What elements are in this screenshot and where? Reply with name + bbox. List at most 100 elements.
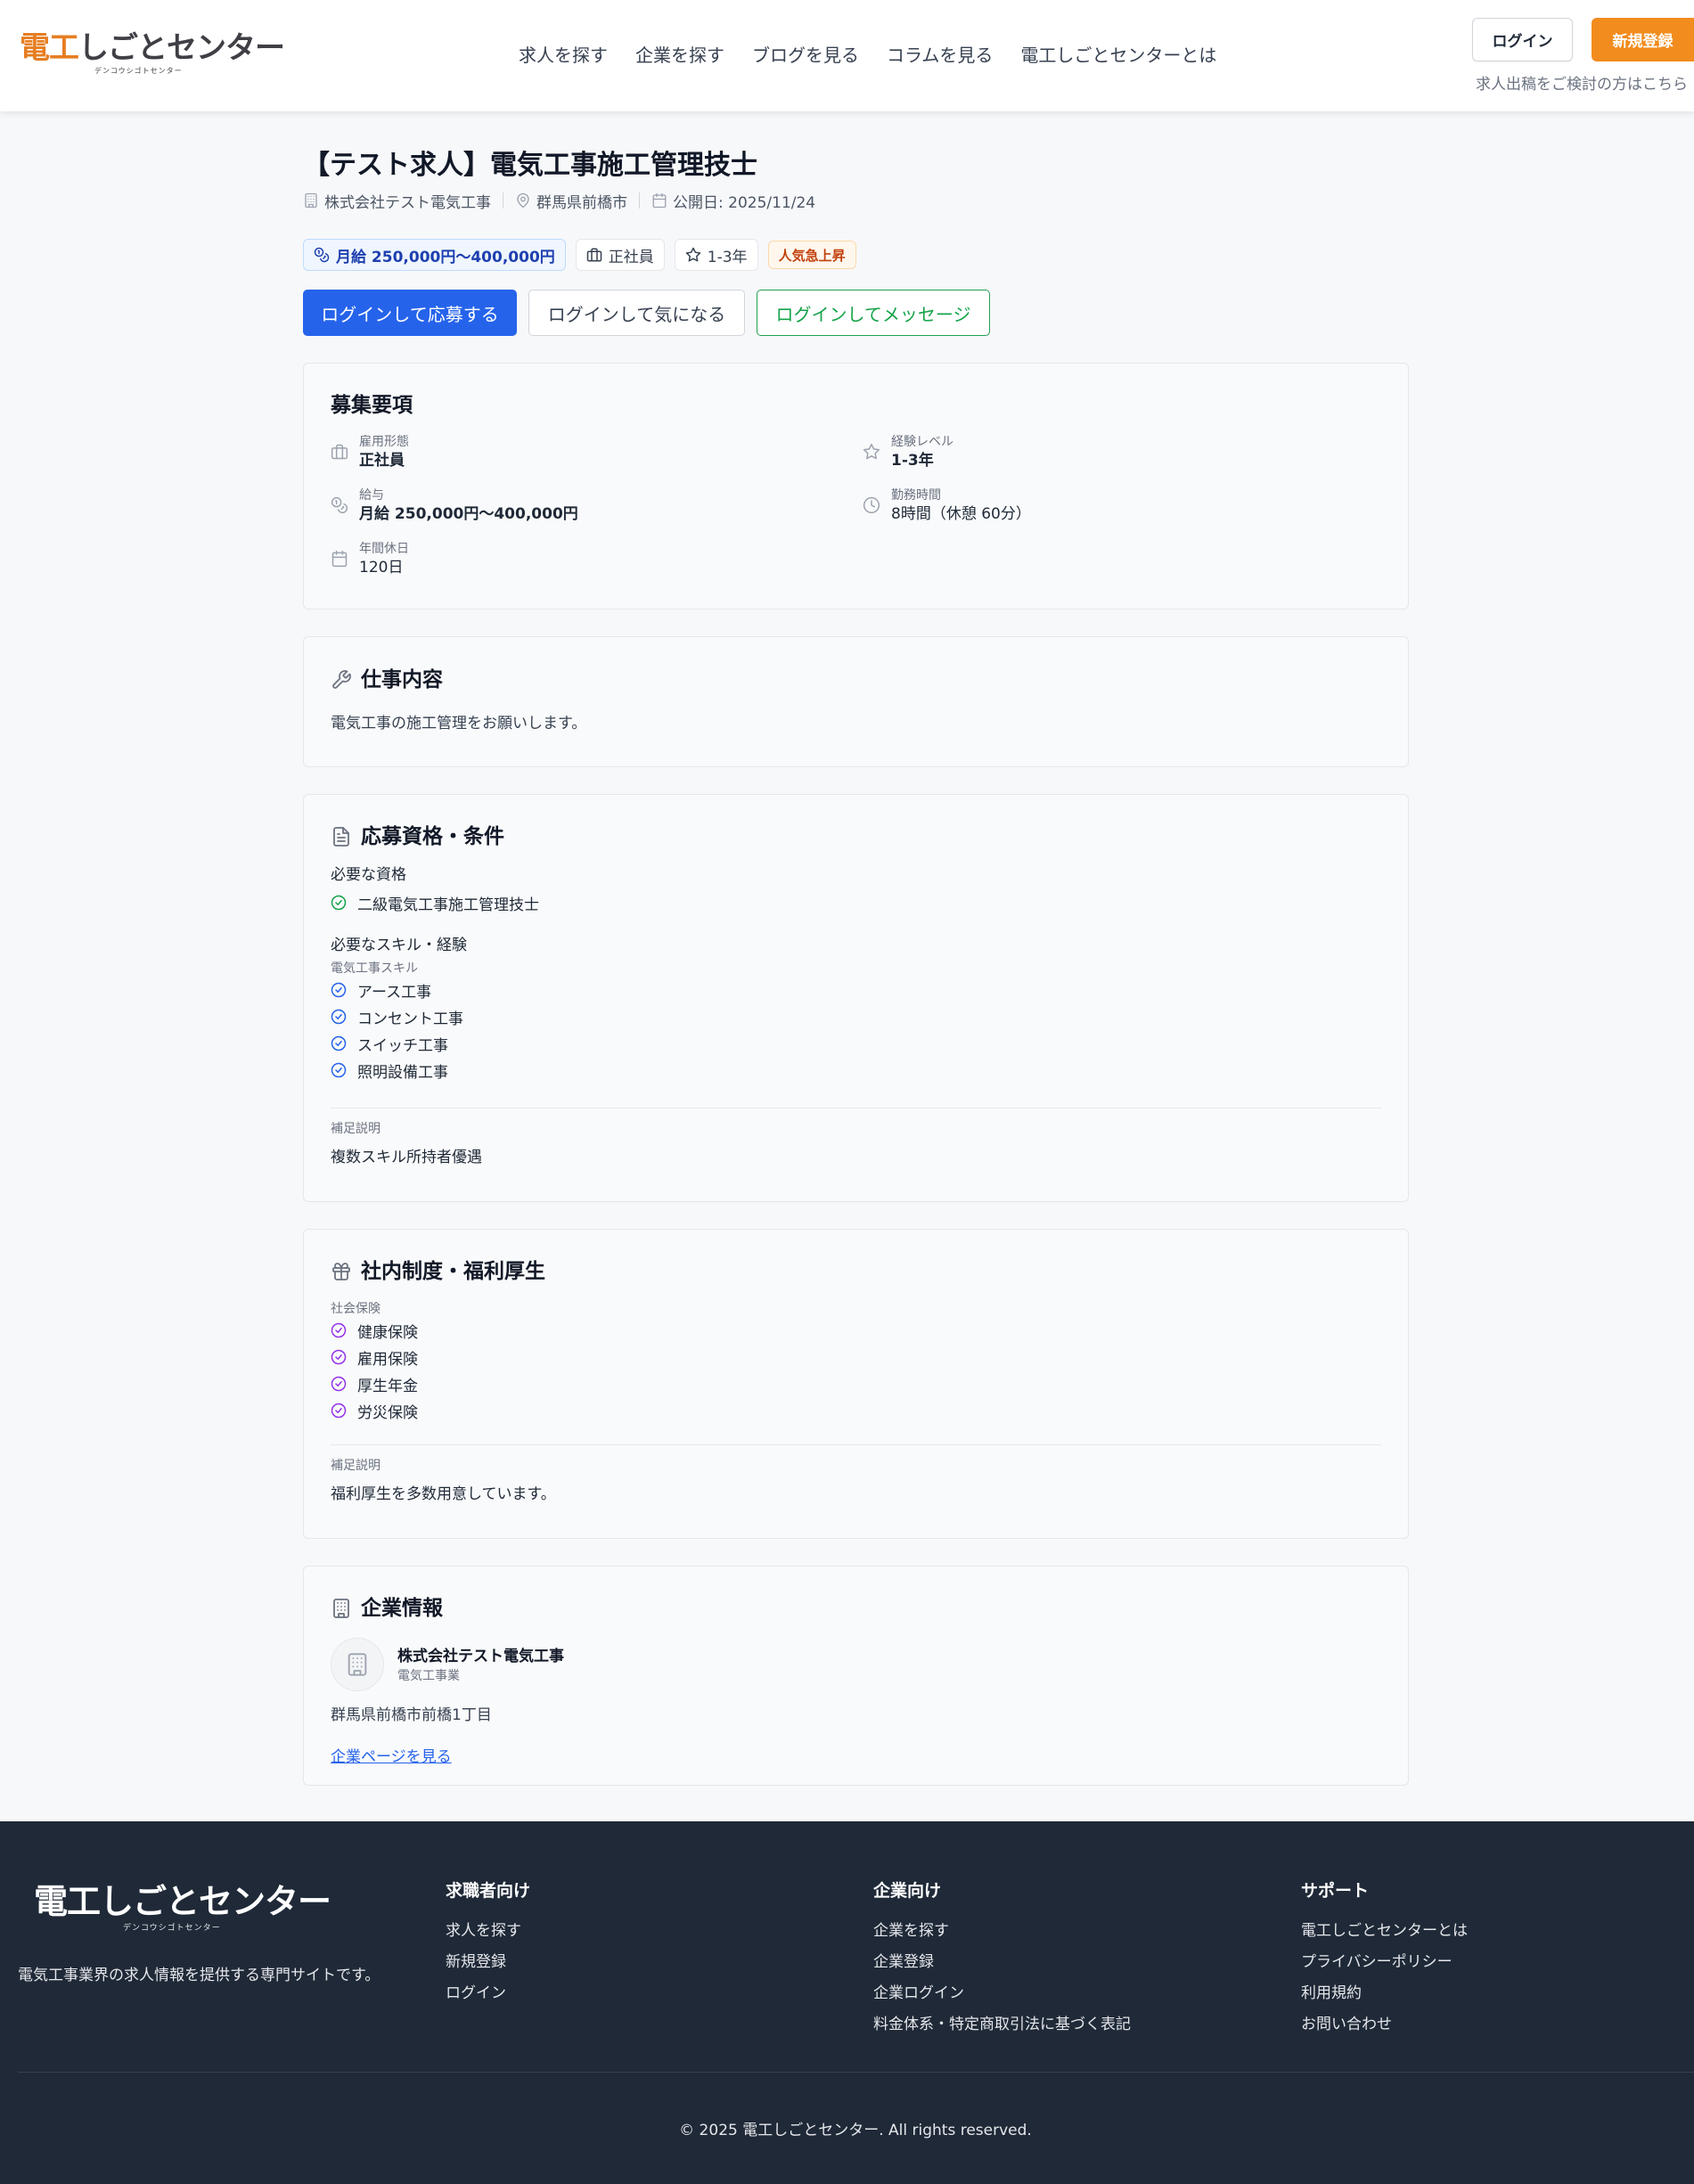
footer-column-title: サポート [1301, 1881, 1370, 1901]
meta-published-date: 公開日: 2025/11/24 [673, 193, 816, 212]
required-skills-heading: 必要なスキル・経験 [331, 937, 467, 954]
star-icon [685, 247, 701, 263]
nav-find-jobs[interactable]: 求人を探す [519, 41, 608, 70]
building-icon [331, 1598, 352, 1619]
footer-link[interactable]: 企業ログイン [873, 1978, 1131, 2009]
benefits-title: 社内制度・福利厚生 [331, 1257, 545, 1286]
logo-accent-text: 電工 [20, 30, 79, 66]
section-divider [331, 1444, 1381, 1445]
company-title-text: 企業情報 [361, 1597, 443, 1620]
list-item: 健康保険 [331, 1317, 418, 1344]
footer-column-title: 求職者向け [446, 1881, 531, 1901]
clock-icon [863, 496, 880, 514]
employment-tag-text: 正社員 [608, 248, 654, 266]
field-label: 雇用形態 [359, 435, 409, 449]
skill-name: 照明設備工事 [357, 1063, 448, 1082]
logo-rest-text: しごとセンター [78, 30, 285, 66]
document-icon [331, 826, 352, 847]
salary-tag: 月給 250,000円〜400,000円 [303, 239, 566, 271]
site-logo[interactable]: 電工しごとセンター デンコウシゴトセンター [20, 30, 285, 80]
site-footer: 電工しごとセンター デンコウシゴトセンター 電気工事業界の求人情報を提供する専門… [0, 1821, 1694, 2184]
footer-link[interactable]: 利用規約 [1301, 1978, 1468, 2009]
qualifications-title: 応募資格・条件 [331, 822, 504, 851]
wrench-icon [331, 669, 352, 691]
copyright: © 2025 電工しごとセンター. All rights reserved. [679, 2122, 1032, 2139]
field-experience: 経験レベル 1-3年 [863, 434, 953, 471]
company-address: 群馬県前橋市前橋1丁目 [331, 1706, 492, 1724]
calendar-icon [331, 550, 348, 568]
company-page-link[interactable]: 企業ページを見る [331, 1744, 452, 1766]
footer-link[interactable]: 企業登録 [873, 1947, 1131, 1978]
footer-logo[interactable]: 電工しごとセンター デンコウシゴトセンター [34, 1882, 331, 1935]
main-nav: 求人を探す 企業を探す ブログを見る コラムを見る 電工しごとセンターとは [519, 41, 1216, 70]
register-button[interactable]: 新規登録 [1592, 18, 1694, 61]
license-name: 二級電気工事施工管理技士 [357, 896, 539, 914]
skill-name: コンセント工事 [357, 1010, 463, 1028]
supplement-text: 複数スキル所持者優遇 [331, 1149, 482, 1166]
benefits-card: 社内制度・福利厚生 社会保険 健康保険 雇用保険 厚生年金 労災保険 補足説明 … [303, 1229, 1409, 1539]
work-title: 仕事内容 [331, 666, 443, 694]
footer-description: 電気工事業界の求人情報を提供する専門サイトです。 [18, 1967, 381, 1984]
footer-column-support: サポート 電工しごとセンターとは プライバシーポリシー 利用規約 お問い合わせ [1301, 1877, 1468, 2041]
login-button[interactable]: ログイン [1472, 18, 1573, 61]
field-label: 経験レベル [891, 435, 953, 449]
skill-name: アース工事 [357, 983, 432, 1002]
company-avatar [331, 1638, 384, 1691]
field-label: 勤務時間 [891, 488, 941, 503]
check-circle-icon [331, 895, 347, 911]
field-value: 正社員 [359, 452, 405, 470]
list-item: アース工事 [331, 977, 463, 1003]
coins-icon [331, 496, 348, 514]
footer-logo-wordmark: 電工しごとセンター [34, 1882, 331, 1921]
building-icon [345, 1652, 370, 1677]
company-card: 企業情報 株式会社テスト電気工事 電気工事業 群馬県前橋市前橋1丁目 企業ページ… [303, 1566, 1409, 1786]
field-employment: 雇用形態 正社員 [331, 434, 409, 471]
field-salary: 給与 月給 250,000円〜400,000円 [331, 487, 578, 525]
experience-tag: 1-3年 [674, 239, 758, 271]
job-actions: ログインして応募する ログインして気になる ログインしてメッセージ [303, 290, 990, 336]
footer-link[interactable]: 企業を探す [873, 1916, 1131, 1947]
required-licenses-list: 二級電気工事施工管理技士 [331, 889, 539, 916]
footer-link[interactable]: 新規登録 [446, 1947, 530, 1978]
required-licenses-heading: 必要な資格 [331, 866, 406, 884]
list-item: スイッチ工事 [331, 1030, 463, 1057]
meta-company: 株式会社テスト電気工事 [303, 190, 491, 212]
footer-link[interactable]: ログイン [446, 1978, 530, 2009]
field-value: 120日 [359, 559, 404, 577]
company-title: 企業情報 [331, 1594, 443, 1623]
nav-about[interactable]: 電工しごとセンターとは [1020, 41, 1216, 70]
nav-blog[interactable]: ブログを見る [752, 41, 859, 70]
apply-button[interactable]: ログインして応募する [303, 290, 517, 336]
footer-link[interactable]: プライバシーポリシー [1301, 1947, 1468, 1978]
list-item: 厚生年金 [331, 1370, 418, 1397]
salary-tag-text: 月給 250,000円〜400,000円 [336, 248, 555, 266]
calendar-icon [651, 192, 667, 209]
skill-category: 電気工事スキル [331, 961, 418, 976]
footer-link[interactable]: 電工しごとセンターとは [1301, 1916, 1468, 1947]
favorite-button[interactable]: ログインして気になる [528, 290, 745, 336]
benefits-title-text: 社内制度・福利厚生 [361, 1260, 545, 1283]
site-header: 電工しごとセンター デンコウシゴトセンター 求人を探す 企業を探す ブログを見る… [0, 0, 1694, 111]
map-pin-icon [515, 192, 531, 209]
footer-link[interactable]: お問い合わせ [1301, 2009, 1468, 2041]
job-tags: 月給 250,000円〜400,000円 正社員 1-3年 人気急上昇 [303, 239, 856, 271]
requirements-title-text: 募集要項 [331, 394, 413, 417]
job-posting-link[interactable]: 求人出稿をご検討の方はこちら [1476, 71, 1688, 94]
briefcase-icon [586, 247, 602, 263]
message-button[interactable]: ログインしてメッセージ [757, 290, 990, 336]
footer-link[interactable]: 料金体系・特定商取引法に基づく表記 [873, 2009, 1131, 2041]
list-item: 照明設備工事 [331, 1057, 463, 1084]
building-icon [303, 192, 319, 209]
footer-link[interactable]: 求人を探す [446, 1916, 530, 1947]
briefcase-icon [331, 443, 348, 461]
job-title: 【テスト求人】電気工事施工管理技士 [303, 150, 757, 181]
nav-find-companies[interactable]: 企業を探す [635, 41, 724, 70]
footer-column-jobseekers: 求職者向け 求人を探す 新規登録 ログイン [446, 1877, 530, 2009]
star-icon [863, 443, 880, 461]
list-item: 労災保険 [331, 1397, 418, 1424]
check-circle-icon [331, 1322, 347, 1338]
field-hours: 勤務時間 8時間（休憩 60分） [863, 487, 1031, 525]
work-card: 仕事内容 電気工事の施工管理をお願いします。 [303, 636, 1409, 767]
field-label: 給与 [359, 488, 384, 503]
nav-column[interactable]: コラムを見る [887, 41, 993, 70]
